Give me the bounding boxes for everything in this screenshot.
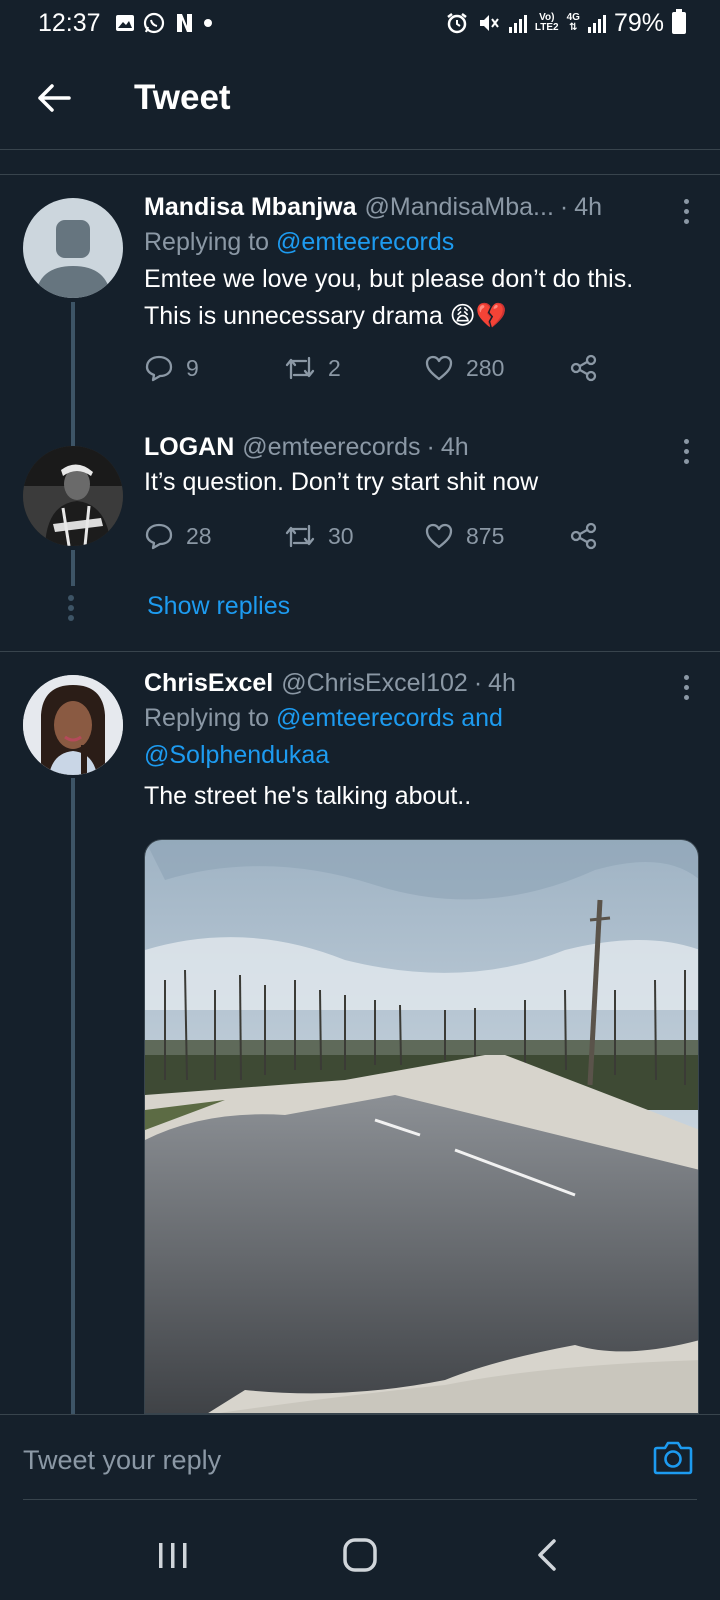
- page-title: Tweet: [134, 77, 231, 117]
- replying-to: Replying to @emteerecords: [144, 228, 455, 256]
- top-app-bar: Tweet: [0, 46, 720, 150]
- tweet-actions: 9 2 280: [144, 353, 696, 383]
- thread-line: [71, 302, 75, 438]
- signal-icon-2: [587, 15, 606, 33]
- avatar[interactable]: [23, 675, 123, 775]
- avatar[interactable]: [23, 198, 123, 298]
- timestamp: 4h: [440, 433, 469, 461]
- separator: [0, 150, 720, 175]
- display-name[interactable]: Mandisa Mbanjwa: [144, 190, 357, 224]
- thread-line: [71, 436, 75, 446]
- retweet-button[interactable]: 30: [284, 521, 424, 551]
- netflix-icon: [176, 14, 192, 32]
- recent-apps-icon: [159, 1543, 187, 1568]
- battery-percent: 79%: [613, 8, 664, 37]
- reply-input[interactable]: Tweet your reply: [23, 1445, 221, 1476]
- battery-icon: [672, 9, 686, 34]
- more-options-button[interactable]: [676, 194, 696, 228]
- show-replies-link[interactable]: Show replies: [147, 592, 290, 621]
- reply-icon: [145, 523, 173, 550]
- tweet-logan[interactable]: LOGAN @emteerecords · 4h It’s question. …: [0, 433, 720, 586]
- chevron-left-icon: [537, 1539, 556, 1571]
- retweet-button[interactable]: 2: [284, 353, 424, 383]
- home-icon: [343, 1538, 377, 1572]
- thread-line: [71, 778, 75, 1414]
- share-button[interactable]: [569, 353, 599, 383]
- avatar[interactable]: [23, 446, 123, 546]
- default-avatar-icon: [35, 220, 111, 298]
- reply-button[interactable]: 28: [144, 521, 284, 551]
- tweet-actions: 28 30 875: [144, 521, 696, 551]
- share-button[interactable]: [569, 521, 599, 551]
- share-icon: [570, 522, 597, 550]
- whatsapp-icon: [143, 12, 164, 34]
- back-button[interactable]: [24, 68, 84, 128]
- display-name[interactable]: LOGAN: [144, 430, 234, 464]
- like-button[interactable]: 875: [424, 521, 569, 551]
- timestamp: 4h: [488, 669, 516, 697]
- user-photo: [23, 446, 123, 546]
- alarm-icon: [447, 13, 467, 34]
- system-icons: Vo) LTE2 4G ⇅ 79%: [445, 9, 686, 38]
- dot-icon: [203, 19, 212, 27]
- system-nav-bar: [0, 1510, 720, 1600]
- handle[interactable]: @ChrisExcel102: [281, 666, 468, 700]
- network-type: 4G ⇅: [566, 12, 580, 33]
- camera-icon: [653, 1441, 693, 1475]
- more-options-button[interactable]: [676, 670, 696, 704]
- home-button[interactable]: [330, 1525, 390, 1585]
- handle[interactable]: @emteerecords: [242, 430, 420, 464]
- user-photo: [23, 675, 123, 775]
- tweet-mandisa[interactable]: Mandisa Mbanjwa @MandisaMba... · 4h Repl…: [0, 176, 720, 438]
- recent-apps-button[interactable]: [143, 1525, 203, 1585]
- arrow-left-icon: [38, 83, 71, 112]
- handle[interactable]: @MandisaMba...: [365, 190, 554, 224]
- replying-to: Replying to @emteerecords and @Solphendu…: [144, 700, 696, 774]
- volte-indicator: Vo) LTE2: [534, 12, 559, 33]
- reply-button[interactable]: 9: [144, 353, 284, 383]
- status-time: 12:37: [38, 8, 101, 37]
- tweet-image[interactable]: [144, 839, 699, 1414]
- mention-link[interactable]: @Solphendukaa: [144, 737, 696, 774]
- tweet-text: The street he's talking about..: [144, 782, 472, 810]
- share-icon: [570, 354, 597, 382]
- camera-button[interactable]: [652, 1437, 694, 1479]
- tweet-text: Emtee we love you, but please don’t do t…: [144, 265, 634, 330]
- road-photo: [145, 840, 698, 1413]
- timestamp: 4h: [574, 193, 603, 221]
- like-button[interactable]: 280: [424, 353, 569, 383]
- retweet-icon: [285, 524, 315, 548]
- divider: [23, 1499, 697, 1500]
- reply-composer: Tweet your reply: [0, 1414, 720, 1504]
- gallery-icon: [115, 15, 134, 31]
- collapsed-thread-indicator: [68, 595, 74, 621]
- more-options-button[interactable]: [676, 434, 696, 468]
- display-name[interactable]: ChrisExcel: [144, 666, 273, 700]
- mute-icon: [479, 15, 499, 31]
- status-bar: 12:37 Vo) LTE2 4G ⇅ 79%: [0, 0, 720, 46]
- heart-icon: [425, 523, 453, 549]
- retweet-icon: [285, 356, 315, 380]
- tweet-text: It’s question. Don’t try start shit now: [144, 468, 539, 496]
- system-back-button[interactable]: [517, 1525, 577, 1585]
- thread-line: [71, 550, 75, 586]
- signal-icon: [508, 15, 527, 33]
- notification-icons: [115, 12, 213, 34]
- mention-link[interactable]: @emteerecords and: [276, 704, 503, 732]
- heart-icon: [425, 355, 453, 381]
- reply-icon: [145, 355, 173, 382]
- mention-link[interactable]: @emteerecords: [276, 228, 454, 256]
